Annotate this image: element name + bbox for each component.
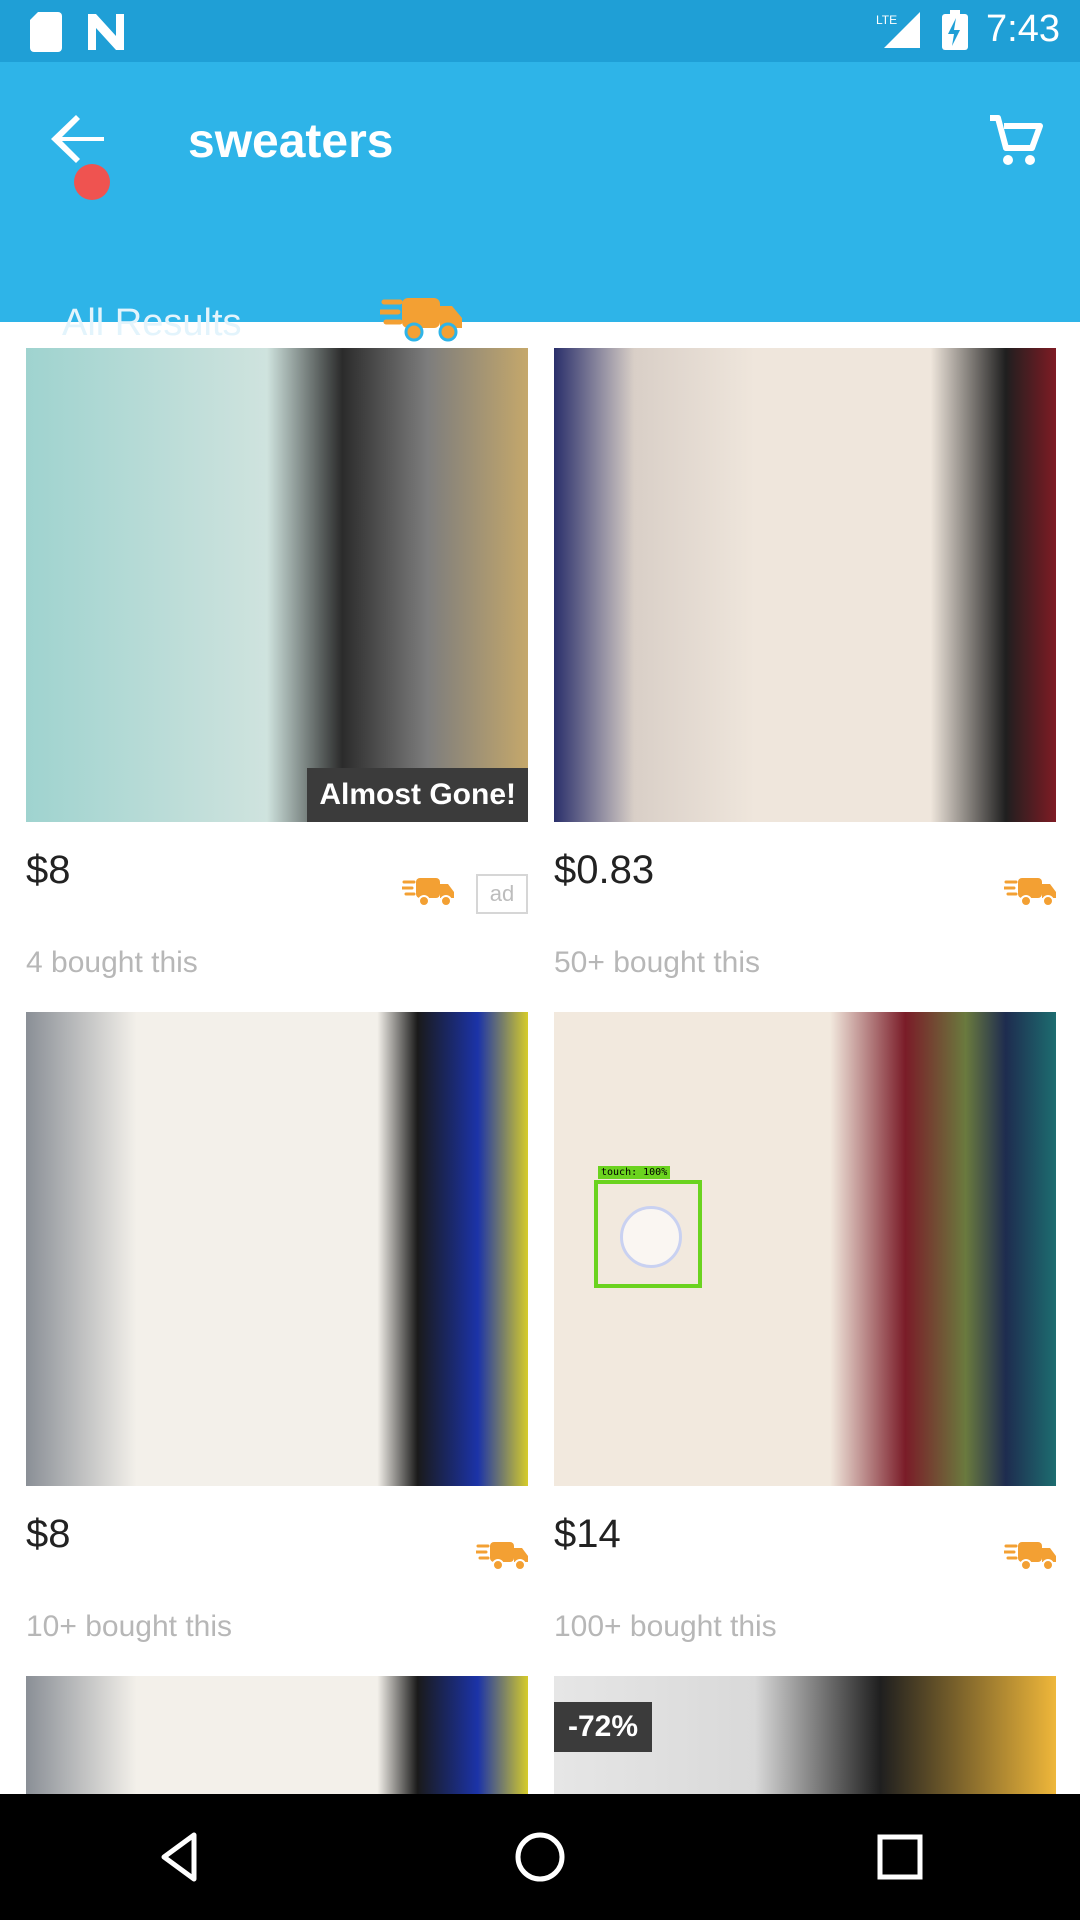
discount-badge: -72% (554, 1702, 653, 1752)
product-card[interactable]: Almost Gone! $8 ad 4 bought this (26, 348, 528, 980)
fast-delivery-truck-icon (402, 878, 454, 907)
fast-delivery-truck-icon (1004, 878, 1056, 907)
bought-count: 10+ bought this (26, 1610, 233, 1643)
touch-label: touch: 100% (598, 1166, 671, 1179)
product-card[interactable]: $0.83 50+ bought this (554, 348, 1056, 980)
battery-charging-icon (942, 9, 969, 50)
lte-signal-icon: LTE (876, 11, 921, 48)
fast-delivery-truck-icon (476, 1542, 528, 1571)
app-bar: sweaters All Results (0, 62, 1080, 386)
system-nav-bar (0, 1794, 1080, 1920)
price: $14 (554, 1512, 621, 1556)
product-card[interactable]: -72% (554, 1676, 1056, 1796)
nav-back-icon[interactable] (150, 1827, 210, 1887)
nav-home-icon[interactable] (510, 1827, 570, 1887)
product-card[interactable] (26, 1676, 528, 1796)
fast-delivery-truck-icon (380, 298, 462, 342)
bought-count: 4 bought this (26, 946, 198, 979)
svg-text:LTE: LTE (876, 13, 897, 27)
product-image[interactable] (26, 1012, 528, 1486)
notification-dot (74, 164, 110, 200)
product-image[interactable] (554, 348, 1056, 822)
cart-icon[interactable] (986, 112, 1044, 170)
bought-count: 50+ bought this (554, 946, 761, 979)
ad-label: ad (476, 874, 528, 914)
product-card[interactable]: touch: 100% $14 100+ bought this (554, 1012, 1056, 1644)
sd-card-icon (30, 12, 62, 52)
product-image[interactable] (26, 1676, 528, 1796)
price: $0.83 (554, 848, 655, 892)
price: $8 (26, 1512, 71, 1556)
almost-gone-badge: Almost Gone! (307, 768, 528, 822)
fast-delivery-truck-icon (1004, 1542, 1056, 1571)
product-image[interactable]: -72% (554, 1676, 1056, 1796)
product-image[interactable]: Almost Gone! (26, 348, 528, 822)
status-time: 7:43 (986, 8, 1060, 50)
page-title: sweaters (188, 115, 394, 168)
touch-indicator (620, 1206, 682, 1268)
bought-count: 100+ bought this (554, 1610, 777, 1643)
nav-recent-icon[interactable] (870, 1827, 930, 1887)
product-image[interactable]: touch: 100% (554, 1012, 1056, 1486)
tab-all-results[interactable]: All Results (62, 302, 242, 345)
touch-overlay: touch: 100% (594, 1166, 702, 1288)
n-logo-icon (88, 14, 124, 50)
status-bar: LTE 7:43 (0, 0, 1080, 62)
product-card[interactable]: $8 10+ bought this (26, 1012, 528, 1644)
back-arrow-icon[interactable] (44, 104, 114, 174)
